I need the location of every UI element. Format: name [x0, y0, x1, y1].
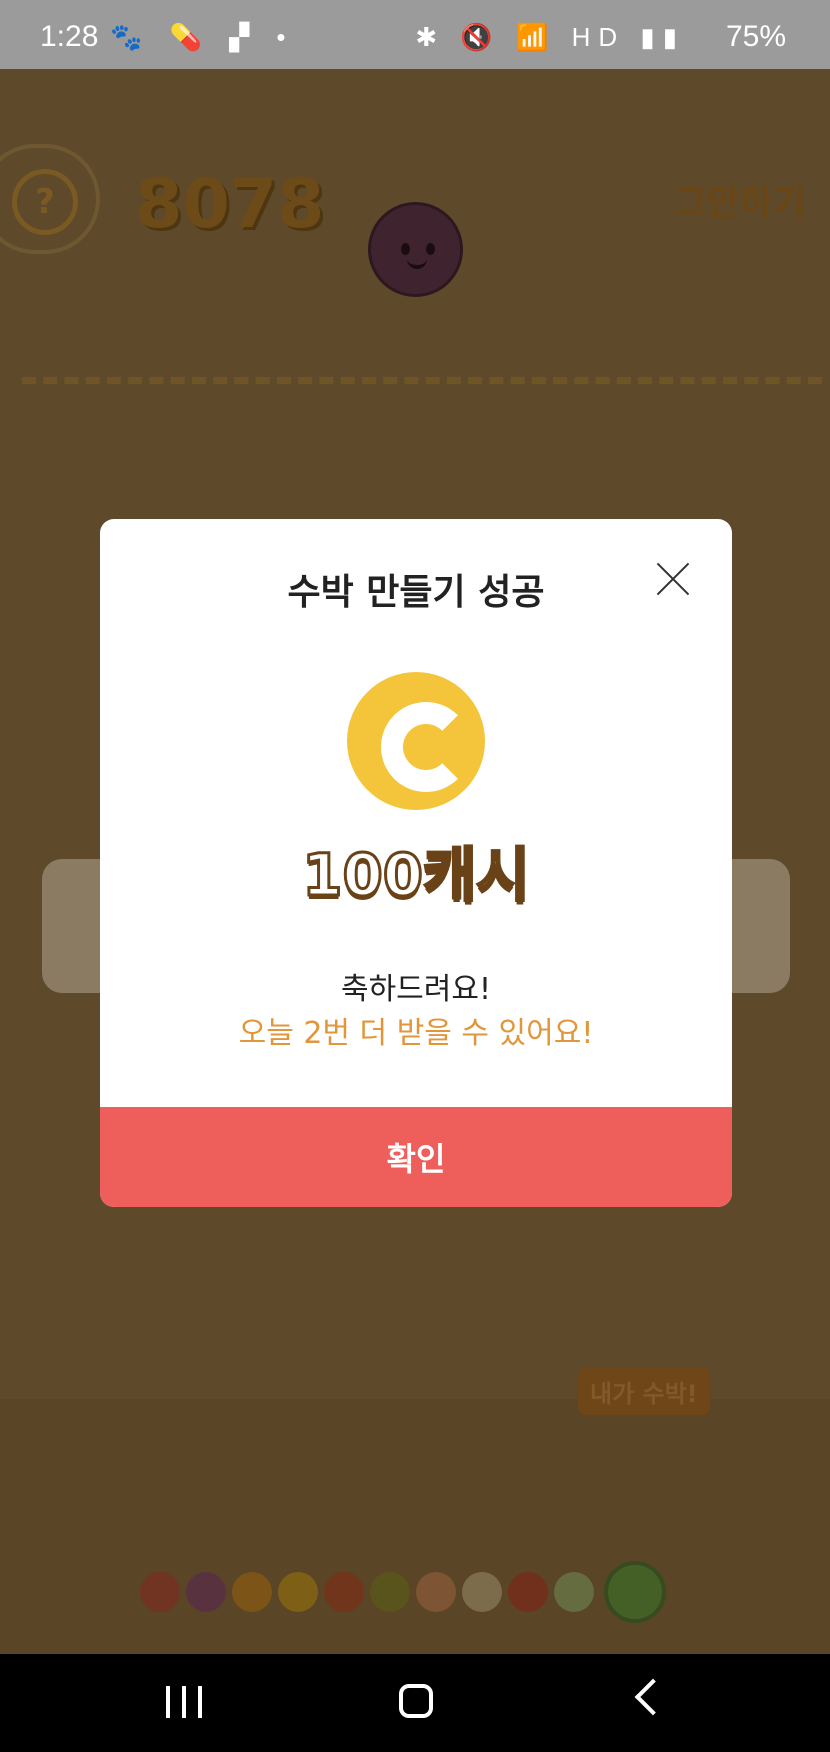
coin-icon [347, 672, 485, 810]
confirm-button[interactable]: 확인 [100, 1107, 732, 1207]
next-fruit-grape [368, 202, 463, 297]
fruit-watermelon [604, 1561, 666, 1623]
navigation-bar [0, 1654, 830, 1752]
modal-title: 수박 만들기 성공 [287, 572, 545, 613]
status-time: 1:28 [40, 20, 99, 53]
fruit-tomato [324, 1572, 364, 1612]
reward-amount: 100캐시 [301, 840, 532, 911]
fruit-kiwi [370, 1572, 410, 1612]
close-icon[interactable] [656, 561, 690, 595]
fruit-evolution-row [140, 1557, 672, 1627]
watermelon-badge: 내가 수박! [578, 1368, 710, 1415]
system-icons: ✱ 🔇 📶 HD ▮▮ [415, 22, 685, 52]
status-bar: 1:28 🐾 💊 ▞ • ✱ 🔇 📶 HD ▮▮ 75% [0, 0, 830, 69]
battery-level: 75% [725, 20, 786, 53]
notification-icons: 🐾 💊 ▞ • [110, 22, 296, 52]
nav-back-icon[interactable] [634, 1678, 672, 1716]
reward-modal: 수박 만들기 성공 100캐시 축하드려요! 오늘 2번 더 받을 수 있어요!… [100, 519, 732, 1207]
fruit-grape [186, 1572, 226, 1612]
fruit-cherry [140, 1572, 180, 1612]
score-display: 8078 [135, 165, 325, 244]
fruit-peach [416, 1572, 456, 1612]
congrats-text: 축하드려요! [340, 972, 492, 1007]
fruit-orange [232, 1572, 272, 1612]
limit-line [22, 377, 822, 384]
fruit-melon [554, 1572, 594, 1612]
remaining-count-text: 오늘 2번 더 받을 수 있어요! [238, 1016, 594, 1051]
nav-recents-icon[interactable] [166, 1686, 202, 1718]
fruit-pear [462, 1572, 502, 1612]
help-icon[interactable]: ? [12, 169, 78, 235]
quit-button[interactable]: 그만하기 [674, 174, 806, 226]
fruit-lemon [278, 1572, 318, 1612]
nav-home-icon[interactable] [399, 1684, 433, 1718]
fruit-apple [508, 1572, 548, 1612]
